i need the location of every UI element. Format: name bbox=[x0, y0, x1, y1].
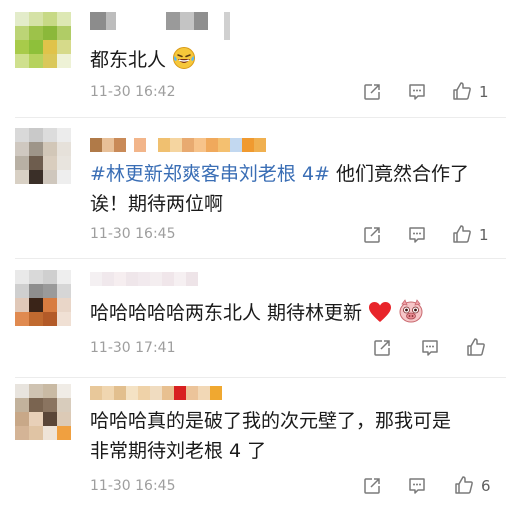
comment-time: 11-30 16:45 bbox=[90, 226, 176, 242]
avatar[interactable] bbox=[15, 128, 71, 184]
avatar[interactable] bbox=[15, 384, 71, 440]
reply-icon[interactable] bbox=[407, 82, 427, 102]
comment-text: 哈哈哈真的是破了我的次元壁了，那我可是 非常期待刘老根 4 了 bbox=[90, 410, 452, 462]
thumbs-up-icon[interactable] bbox=[452, 224, 472, 244]
avatar[interactable] bbox=[15, 270, 71, 326]
thumbs-up-icon[interactable] bbox=[452, 81, 472, 101]
username-blurred[interactable] bbox=[90, 386, 222, 400]
thumbs-up-icon[interactable] bbox=[454, 475, 474, 495]
comment-time: 11-30 17:41 bbox=[90, 340, 176, 356]
username-blurred[interactable] bbox=[90, 138, 266, 152]
comment-time: 11-30 16:42 bbox=[90, 84, 176, 100]
share-icon[interactable] bbox=[362, 225, 382, 245]
comment-text: 都东北人 bbox=[90, 45, 472, 75]
pig-face-emoji-icon bbox=[399, 299, 423, 323]
comment-text: 哈哈哈哈哈两东北人 期待林更新 bbox=[90, 298, 472, 328]
like-count: 6 bbox=[481, 477, 491, 495]
avatar[interactable] bbox=[15, 12, 71, 68]
reply-icon[interactable] bbox=[407, 225, 427, 245]
comment-item: 哈哈哈真的是破了我的次元壁了，那我可是 非常期待刘老根 4 了 11-30 16… bbox=[0, 378, 506, 509]
username-blurred[interactable] bbox=[90, 272, 198, 286]
topic-hashtag-link[interactable]: #林更新郑爽客串刘老根 4# bbox=[90, 163, 330, 185]
share-icon[interactable] bbox=[372, 338, 392, 358]
red-heart-emoji-icon bbox=[369, 302, 392, 322]
thumbs-up-icon[interactable] bbox=[466, 337, 486, 357]
laughing-tears-emoji-icon bbox=[173, 47, 196, 69]
like-count: 1 bbox=[479, 226, 489, 244]
share-icon[interactable] bbox=[362, 476, 382, 496]
reply-icon[interactable] bbox=[420, 338, 440, 358]
comment-time: 11-30 16:45 bbox=[90, 478, 176, 494]
like-count: 1 bbox=[479, 83, 489, 101]
comment-text: #林更新郑爽客串刘老根 4# 他们竟然合作了 诶！期待两位啊 bbox=[90, 163, 470, 215]
comment-item: 都东北人 11-30 16:42 1 bbox=[0, 0, 506, 118]
username-blurred[interactable] bbox=[90, 12, 230, 40]
reply-icon[interactable] bbox=[407, 476, 427, 496]
share-icon[interactable] bbox=[362, 82, 382, 102]
comment-item: 哈哈哈哈哈两东北人 期待林更新 11-30 17:41 bbox=[0, 258, 506, 378]
comment-item: #林更新郑爽客串刘老根 4# 他们竟然合作了 诶！期待两位啊 11-30 16:… bbox=[0, 118, 506, 259]
